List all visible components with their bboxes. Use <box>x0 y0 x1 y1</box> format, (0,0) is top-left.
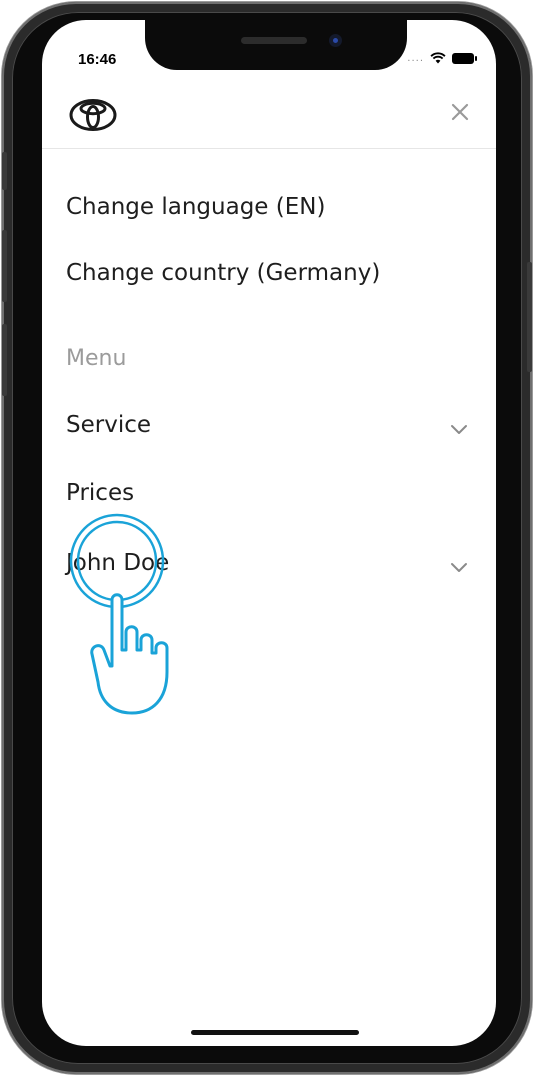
change-language-link[interactable]: Change language (EN) <box>66 194 325 220</box>
signal-icon: .... <box>407 52 424 64</box>
menu-item-prices[interactable]: Prices <box>42 474 496 520</box>
status-icons: .... <box>407 52 477 64</box>
menu-item-account[interactable]: John Doe <box>42 544 496 590</box>
volume-up-button <box>2 230 7 302</box>
menu-item-label: Service <box>66 412 152 438</box>
toyota-logo[interactable] <box>68 98 118 136</box>
wifi-icon <box>430 52 446 64</box>
chevron-down-icon[interactable] <box>448 418 470 440</box>
menu-item-service[interactable]: Service <box>42 406 496 452</box>
home-indicator <box>191 1030 359 1035</box>
battery-icon <box>452 52 477 64</box>
speaker-grille <box>241 37 307 44</box>
close-button[interactable] <box>444 96 476 128</box>
screen: 16:46 .... Change language (EN) Change c… <box>42 20 496 1046</box>
volume-down-button <box>2 324 7 396</box>
menu-heading: Menu <box>66 346 127 371</box>
power-button <box>527 262 532 372</box>
menu-item-label: Prices <box>66 480 135 506</box>
status-time: 16:46 <box>78 51 117 68</box>
notch <box>145 20 407 70</box>
close-icon <box>451 103 469 121</box>
menu-item-label: John Doe <box>66 550 170 576</box>
chevron-down-icon[interactable] <box>448 556 470 578</box>
mute-switch <box>2 152 7 190</box>
front-camera <box>329 34 342 47</box>
change-country-link[interactable]: Change country (Germany) <box>66 260 380 286</box>
app-header <box>42 82 496 149</box>
